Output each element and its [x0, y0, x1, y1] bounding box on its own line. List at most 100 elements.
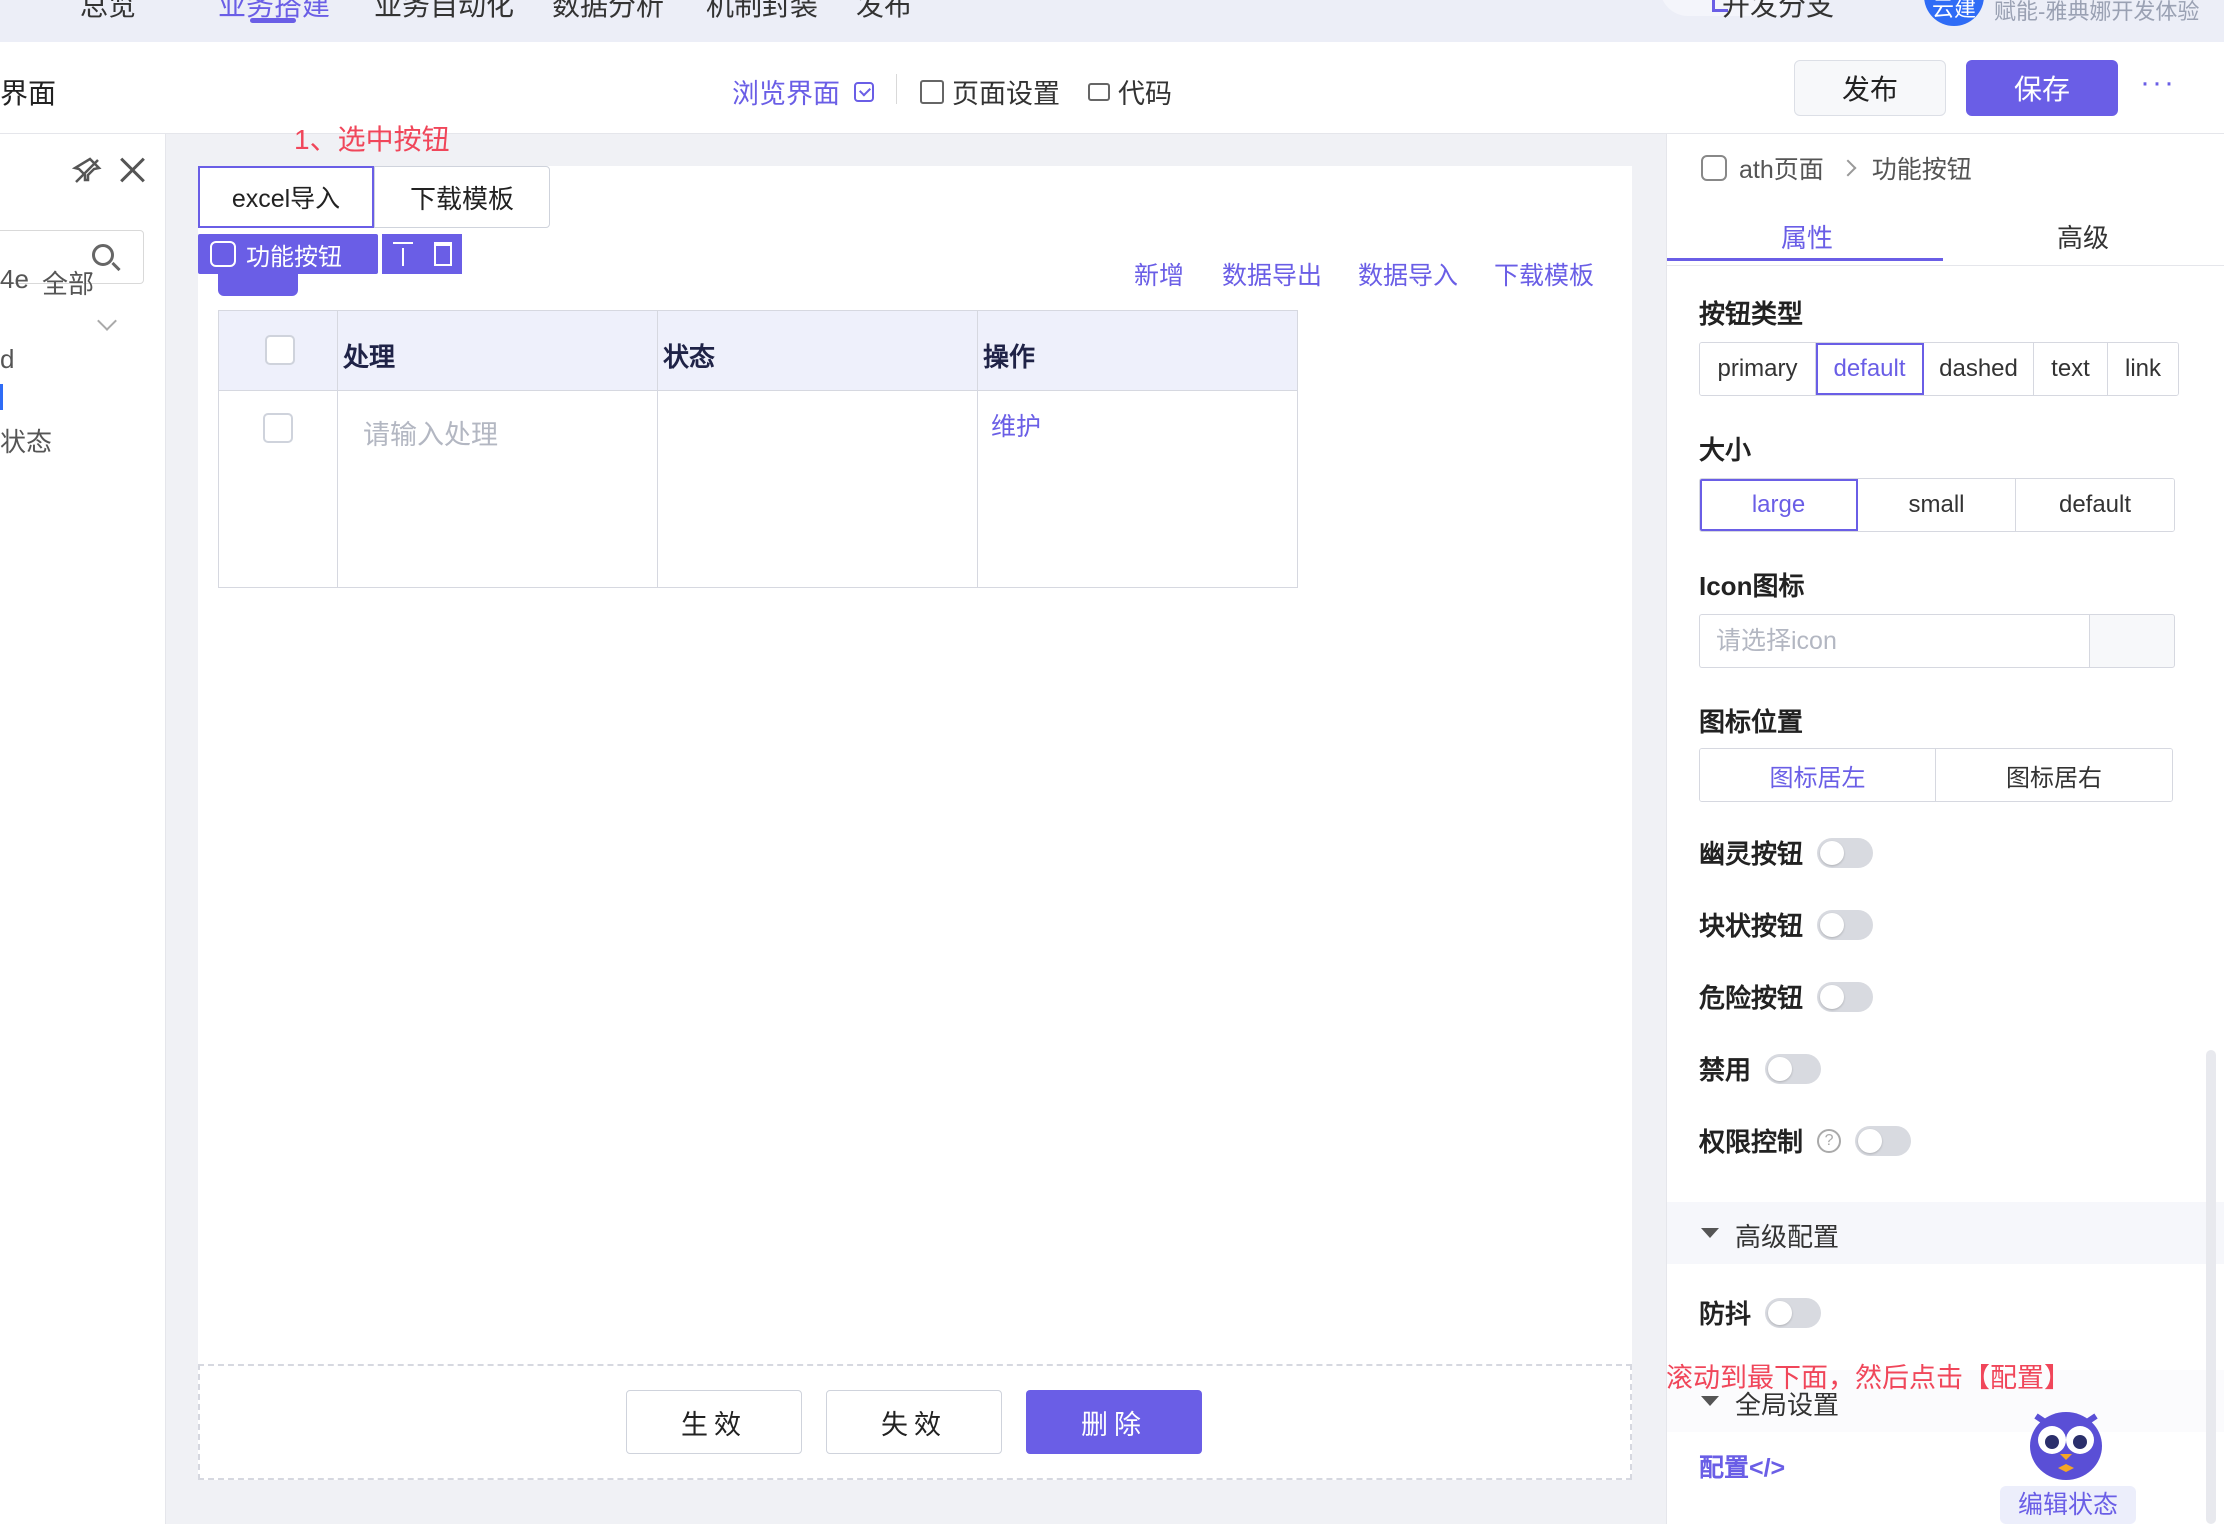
browse-page-label: 浏览界面: [732, 79, 840, 109]
tab-advanced[interactable]: 高级: [2057, 218, 2109, 255]
permission-row: 权限控制 ?: [1699, 1122, 1912, 1159]
page-settings-icon: [920, 79, 944, 104]
avatar[interactable]: 云建: [1924, 0, 1984, 26]
button-type-default[interactable]: default: [1816, 343, 1924, 395]
breadcrumb-item-page[interactable]: ath页面: [1739, 150, 1824, 186]
publish-button[interactable]: 发布: [1794, 60, 1946, 116]
chevron-down-icon[interactable]: [97, 311, 117, 331]
ghost-button-row: 幽灵按钮: [1699, 834, 1874, 871]
nav-item-mechanism[interactable]: 机制封装: [706, 0, 818, 24]
selection-tag-label: 功能按钮: [246, 243, 342, 271]
row-maintain-link[interactable]: 维护: [991, 407, 1041, 443]
left-row-status[interactable]: 状态: [0, 422, 52, 459]
trash-icon[interactable]: [433, 242, 452, 266]
row-checkbox[interactable]: [263, 413, 293, 443]
save-button[interactable]: 保存: [1966, 60, 2118, 116]
button-type-text[interactable]: text: [2034, 343, 2108, 395]
disabled-row: 禁用: [1699, 1050, 1822, 1087]
column-divider: [657, 311, 658, 587]
button-type-selector: primary default dashed text link: [1699, 342, 2179, 396]
nav-item-publish[interactable]: 发布: [856, 0, 912, 24]
scrollbar[interactable]: [2206, 1050, 2216, 1524]
activate-button[interactable]: 生效: [626, 1390, 802, 1454]
size-large[interactable]: large: [1700, 479, 1858, 531]
table-action-import[interactable]: 数据导入: [1358, 256, 1458, 292]
caret-down-icon: [1701, 1228, 1719, 1238]
icon-picker-button[interactable]: [2089, 614, 2175, 668]
branch-selector[interactable]: 开发分支: [1722, 0, 1834, 24]
column-header-actions[interactable]: 操作: [983, 337, 1035, 374]
icon-position-left[interactable]: 图标居左: [1700, 749, 1936, 801]
icon-select-input[interactable]: 请选择icon: [1699, 614, 2089, 668]
tab-attributes[interactable]: 属性: [1781, 218, 1833, 255]
block-button-switch[interactable]: [1817, 909, 1874, 940]
breadcrumb: ath页面 功能按钮: [1701, 150, 1972, 186]
excel-import-button[interactable]: excel导入: [198, 166, 374, 228]
table-action-export[interactable]: 数据导出: [1222, 256, 1322, 292]
size-default[interactable]: default: [2016, 479, 2174, 531]
icon-position-right[interactable]: 图标居右: [1936, 749, 2172, 801]
breadcrumb-item-component: 功能按钮: [1871, 156, 1972, 184]
ghost-button-switch[interactable]: [1817, 837, 1874, 868]
nav-item-automation[interactable]: 业务自动化: [374, 0, 514, 24]
permission-label: 权限控制: [1699, 1127, 1804, 1157]
debounce-row: 防抖: [1699, 1294, 1822, 1331]
edit-state-badge[interactable]: 编辑状态: [2000, 1486, 2136, 1524]
advanced-config-label: 高级配置: [1735, 1222, 1840, 1252]
disabled-switch[interactable]: [1765, 1053, 1822, 1084]
more-options-icon[interactable]: ···: [2140, 66, 2176, 100]
left-filter-all[interactable]: 全部: [42, 264, 94, 301]
chevron-right-icon: [1839, 159, 1857, 177]
select-all-checkbox[interactable]: [265, 335, 295, 365]
button-type-link[interactable]: link: [2108, 343, 2178, 395]
table-action-template[interactable]: 下载模板: [1494, 256, 1594, 292]
table-action-add[interactable]: 新增: [1134, 256, 1184, 292]
process-input[interactable]: 请输入处理: [363, 413, 498, 452]
advanced-config-section[interactable]: 高级配置: [1667, 1202, 2224, 1264]
left-component-panel: 4e 全部 d 状态: [0, 134, 166, 1524]
selection-actions: [382, 234, 462, 274]
pin-icon[interactable]: [72, 156, 102, 186]
config-link[interactable]: 配置</>: [1699, 1448, 1785, 1484]
permission-switch[interactable]: [1855, 1125, 1912, 1156]
search-icon[interactable]: [92, 244, 114, 266]
debounce-switch[interactable]: [1765, 1297, 1822, 1328]
table-header: 处理 状态 操作: [219, 311, 1297, 391]
page-title: 界面: [0, 78, 57, 109]
owl-assistant-icon[interactable]: [2024, 1402, 2108, 1482]
browse-page-toggle[interactable]: 浏览界面: [732, 72, 874, 111]
selection-tag[interactable]: 功能按钮: [198, 234, 378, 274]
column-header-process[interactable]: 处理: [343, 337, 395, 374]
danger-button-switch[interactable]: [1817, 981, 1874, 1012]
left-row-d[interactable]: d: [0, 344, 14, 375]
tab-label-background: [218, 274, 298, 296]
page-settings-button[interactable]: 页面设置: [920, 72, 1060, 111]
block-button-label: 块状按钮: [1699, 911, 1804, 941]
code-button[interactable]: 代码: [1088, 72, 1172, 111]
close-icon[interactable]: [118, 154, 148, 184]
size-small[interactable]: small: [1858, 479, 2016, 531]
hint-select-button: 1、选中按钮: [294, 124, 450, 155]
column-divider: [977, 311, 978, 587]
toolbar-divider: [896, 74, 897, 104]
checkbox-icon: [854, 81, 874, 102]
block-button-row: 块状按钮: [1699, 906, 1874, 943]
help-icon[interactable]: ?: [1817, 1128, 1842, 1153]
disabled-label: 禁用: [1699, 1055, 1752, 1085]
delete-button[interactable]: 删除: [1026, 1390, 1202, 1454]
move-top-icon[interactable]: [392, 242, 413, 266]
button-type-label: 按钮类型: [1699, 299, 1804, 329]
download-template-button[interactable]: 下载模板: [374, 166, 550, 228]
button-type-primary[interactable]: primary: [1700, 343, 1816, 395]
icon-label: Icon图标: [1699, 571, 1805, 601]
column-header-status[interactable]: 状态: [663, 337, 715, 374]
nav-item-overview[interactable]: 总览: [80, 0, 136, 24]
top-navigation: 总览 业务搭建 业务自动化 数据分析 机制封装 发布 开发分支 云建 赋能-雅典…: [0, 0, 2224, 42]
icon-position-selector: 图标居左 图标居右: [1699, 748, 2173, 802]
danger-button-label: 危险按钮: [1699, 983, 1804, 1013]
nav-item-data-analysis[interactable]: 数据分析: [552, 0, 664, 24]
deactivate-button[interactable]: 失效: [826, 1390, 1002, 1454]
hint-scroll-config: 滚动到最下面，然后点击【配置】: [1666, 1363, 2071, 1393]
button-type-dashed[interactable]: dashed: [1924, 343, 2034, 395]
size-selector: large small default: [1699, 478, 2175, 532]
